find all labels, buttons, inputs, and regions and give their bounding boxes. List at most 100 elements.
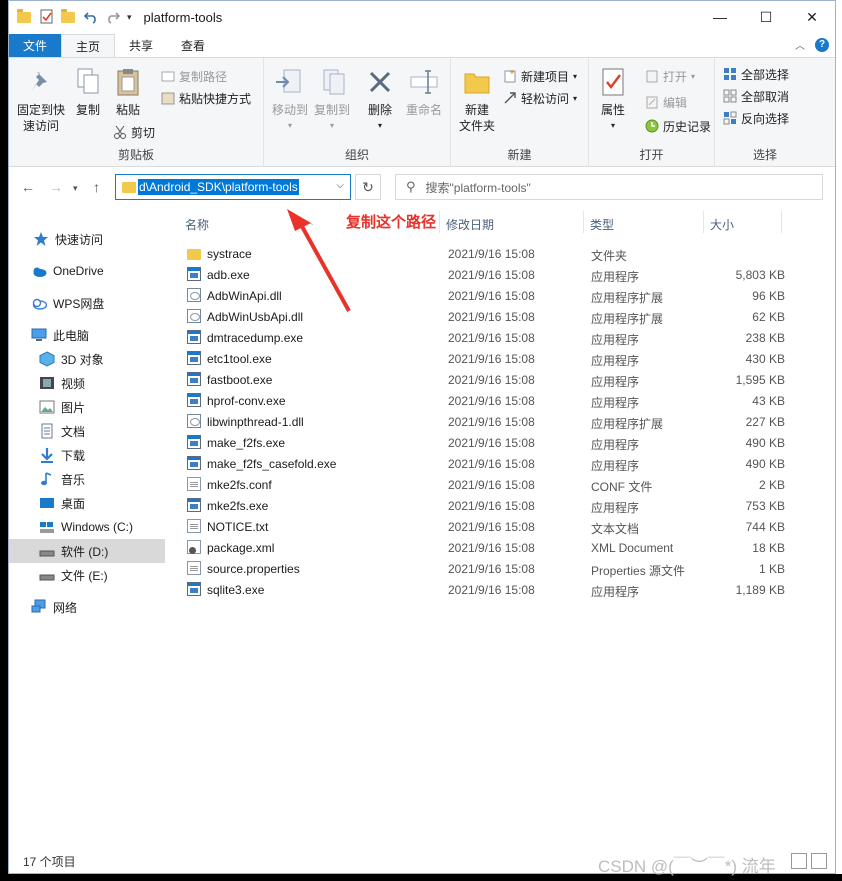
- sidebar-item-network[interactable]: 网络: [9, 595, 165, 619]
- file-row[interactable]: dmtracedump.exe 2021/9/16 15:08 应用程序 238 KB: [183, 327, 785, 348]
- file-row[interactable]: mke2fs.conf 2021/9/16 15:08 CONF 文件 2 KB: [183, 474, 785, 495]
- file-date: 2021/9/16 15:08: [448, 541, 535, 555]
- new-item-button[interactable]: 新建项目 ▾: [503, 66, 577, 86]
- sidebar-item-drive-c[interactable]: Windows (C:): [9, 515, 165, 539]
- tab-share[interactable]: 共享: [115, 34, 167, 57]
- search-box[interactable]: ⚲ 搜索"platform-tools": [395, 174, 823, 200]
- file-row[interactable]: adb.exe 2021/9/16 15:08 应用程序 5,803 KB: [183, 264, 785, 285]
- column-name[interactable]: 名称: [185, 216, 209, 233]
- file-row[interactable]: AdbWinUsbApi.dll 2021/9/16 15:08 应用程序扩展 62 …: [183, 306, 785, 327]
- copy-button[interactable]: 复制: [71, 66, 105, 118]
- maximize-button[interactable]: ☐: [743, 1, 789, 33]
- select-all-icon: [723, 67, 737, 81]
- address-path[interactable]: d\Android_SDK\platform-tools: [138, 179, 299, 195]
- collapse-ribbon-icon[interactable]: ︿: [795, 37, 805, 52]
- refresh-button[interactable]: ↻: [355, 174, 381, 200]
- select-all-label: 全部选择: [741, 67, 790, 82]
- minimize-button[interactable]: —: [697, 1, 743, 33]
- close-button[interactable]: ✕: [789, 1, 835, 33]
- sidebar-item-3d-objects[interactable]: 3D 对象: [9, 347, 165, 371]
- sidebar-item-downloads[interactable]: 下载: [9, 443, 165, 467]
- sidebar-item-videos[interactable]: 视频: [9, 371, 165, 395]
- file-size: 430 KB: [745, 352, 785, 366]
- sidebar-item-pictures[interactable]: 图片: [9, 395, 165, 419]
- large-icons-view-icon[interactable]: [811, 853, 827, 869]
- open-caption: 打开: [639, 148, 664, 162]
- details-view-icon[interactable]: [791, 853, 807, 869]
- customize-toolbar-icon[interactable]: ▾: [127, 12, 132, 23]
- paste-shortcut-button[interactable]: 粘贴快捷方式: [161, 88, 251, 108]
- tab-view[interactable]: 查看: [167, 34, 219, 57]
- sidebar-item-documents[interactable]: 文档: [9, 419, 165, 443]
- paste-shortcut-label: 粘贴快捷方式: [179, 91, 252, 106]
- exe-file-icon: [187, 393, 201, 407]
- sidebar-item-music[interactable]: 音乐: [9, 467, 165, 491]
- rename-button[interactable]: 重命名: [404, 66, 444, 118]
- dll-file-icon: [187, 288, 201, 302]
- help-icon[interactable]: ?: [815, 37, 829, 52]
- new-folder-quick-icon[interactable]: [61, 9, 77, 25]
- forward-arrow-icon[interactable]: →: [49, 179, 63, 195]
- file-size: 5,803 KB: [735, 268, 785, 282]
- file-row[interactable]: make_f2fs.exe 2021/9/16 15:08 应用程序 490 KB: [183, 432, 785, 453]
- sidebar-item-this-pc[interactable]: 此电脑: [9, 323, 165, 347]
- cut-button[interactable]: 剪切: [113, 122, 155, 142]
- column-type[interactable]: 类型: [590, 216, 614, 233]
- move-to-button[interactable]: 移动到 ▾: [270, 66, 310, 134]
- sidebar-item-onedrive[interactable]: OneDrive: [9, 259, 165, 283]
- new-folder-label-2: 文件夹: [458, 119, 495, 133]
- file-row[interactable]: systrace 2021/9/16 15:08 文件夹: [183, 243, 783, 264]
- back-arrow-icon[interactable]: ←: [21, 179, 35, 195]
- file-size: 62 KB: [752, 310, 785, 324]
- sidebar-item-drive-d[interactable]: 软件 (D:): [9, 539, 165, 563]
- history-button[interactable]: 历史记录: [645, 116, 711, 136]
- undo-icon[interactable]: [83, 9, 99, 25]
- file-date: 2021/9/16 15:08: [448, 268, 535, 282]
- up-arrow-icon[interactable]: ↑: [93, 179, 100, 195]
- column-date[interactable]: 修改日期: [446, 216, 494, 233]
- redo-icon[interactable]: [105, 9, 121, 25]
- properties-quick-icon[interactable]: [39, 9, 55, 25]
- sidebar-item-drive-e[interactable]: 文件 (E:): [9, 563, 165, 587]
- file-row[interactable]: AdbWinApi.dll 2021/9/16 15:08 应用程序扩展 96 KB: [183, 285, 785, 306]
- pin-quick-access-button[interactable]: 固定到快 速访问: [13, 66, 69, 134]
- address-bar[interactable]: d\Android_SDK\platform-tools ⌵: [115, 174, 351, 200]
- xml-file-icon: [187, 540, 201, 554]
- select-group: 全部选择 全部取消 反向选择 选择: [715, 58, 815, 167]
- paste-button[interactable]: 粘贴: [111, 66, 145, 118]
- select-none-button[interactable]: 全部取消: [723, 86, 789, 106]
- copy-to-button[interactable]: 复制到 ▾: [312, 66, 352, 134]
- file-row[interactable]: sqlite3.exe 2021/9/16 15:08 应用程序 1,189 KB: [183, 579, 785, 600]
- file-type: 应用程序扩展: [591, 417, 664, 431]
- open-button[interactable]: 打开 ▾: [645, 66, 695, 86]
- file-row[interactable]: NOTICE.txt 2021/9/16 15:08 文本文档 744 KB: [183, 516, 785, 537]
- sidebar-item-quick-access[interactable]: 快速访问: [9, 227, 165, 251]
- tab-home[interactable]: 主页: [61, 34, 116, 57]
- recent-locations-icon[interactable]: ▾: [73, 183, 78, 194]
- file-row[interactable]: hprof-conv.exe 2021/9/16 15:08 应用程序 43 KB: [183, 390, 785, 411]
- file-row[interactable]: fastboot.exe 2021/9/16 15:08 应用程序 1,595 KB: [183, 369, 785, 390]
- new-folder-button[interactable]: 新建 文件夹: [455, 66, 499, 134]
- delete-button[interactable]: 删除 ▾: [364, 66, 396, 134]
- file-row[interactable]: libwinpthread-1.dll 2021/9/16 15:08 应用程序扩展…: [183, 411, 785, 432]
- column-size[interactable]: 大小: [710, 216, 734, 233]
- text-file-icon: [187, 477, 201, 491]
- invert-selection-button[interactable]: 反向选择: [723, 108, 789, 128]
- address-dropdown-icon[interactable]: ⌵: [336, 180, 344, 191]
- easy-access-button[interactable]: 轻松访问 ▾: [503, 88, 577, 108]
- file-row[interactable]: etc1tool.exe 2021/9/16 15:08 应用程序 430 KB: [183, 348, 785, 369]
- clipboard-group: 固定到快 速访问 复制 粘贴 复制路径 粘贴快捷方式 剪切 剪贴板: [9, 58, 264, 167]
- file-row[interactable]: source.properties 2021/9/16 15:08 Properti…: [183, 558, 785, 579]
- file-row[interactable]: mke2fs.exe 2021/9/16 15:08 应用程序 753 KB: [183, 495, 785, 516]
- file-row[interactable]: package.xml 2021/9/16 15:08 XML Document 18…: [183, 537, 785, 558]
- file-row[interactable]: make_f2fs_casefold.exe 2021/9/16 15:08 应用程…: [183, 453, 785, 474]
- sidebar-item-wps-cloud[interactable]: WPS网盘: [9, 291, 165, 315]
- tab-file[interactable]: 文件: [9, 34, 62, 57]
- edit-button[interactable]: 编辑: [645, 92, 687, 112]
- sidebar-item-desktop[interactable]: 桌面: [9, 491, 165, 515]
- select-all-button[interactable]: 全部选择: [723, 64, 789, 84]
- copy-path-button[interactable]: 复制路径: [161, 66, 227, 86]
- properties-button[interactable]: 属性 ▾: [595, 66, 631, 134]
- file-name: package.xml: [207, 541, 275, 555]
- exe-file-icon: [187, 267, 201, 281]
